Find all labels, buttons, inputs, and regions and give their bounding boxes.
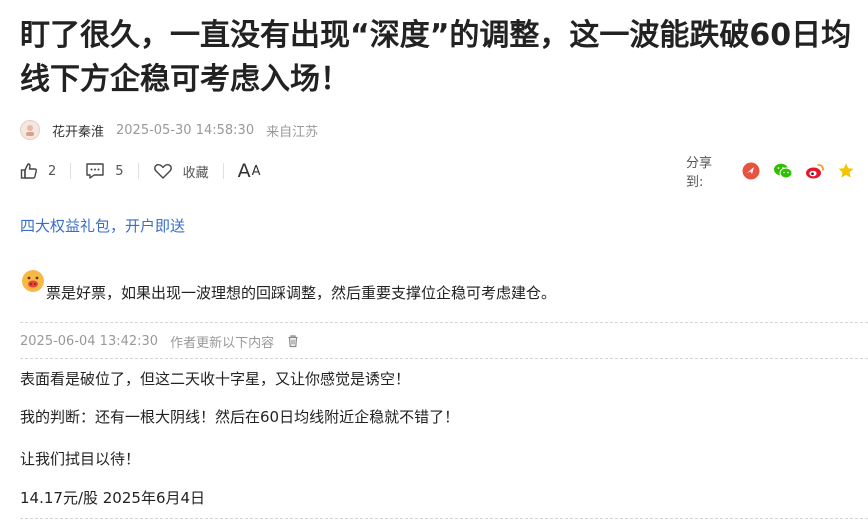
comment-button[interactable]: 5 bbox=[85, 162, 124, 180]
update-divider-top bbox=[20, 322, 868, 323]
toolbar-divider bbox=[70, 163, 72, 179]
share-toutiao-button[interactable] bbox=[742, 161, 761, 181]
update-divider-bottom bbox=[20, 518, 868, 519]
favorite-button[interactable]: 收藏 bbox=[153, 162, 209, 181]
update-note: 作者更新以下内容 bbox=[170, 335, 275, 351]
share-wechat-button[interactable] bbox=[773, 161, 793, 181]
wechat-icon bbox=[773, 163, 793, 179]
thumbs-up-icon bbox=[20, 163, 37, 179]
font-size-small-glyph: A bbox=[251, 163, 262, 179]
comment-count: 5 bbox=[115, 163, 124, 179]
share-label: 分享到: bbox=[686, 156, 713, 190]
author-name[interactable]: 花开秦淮 bbox=[52, 121, 104, 140]
article-toolbar: 2 5 收藏 AA bbox=[20, 158, 261, 184]
update-price-date: 14.17元/股 2025年6月4日 bbox=[20, 489, 206, 507]
share-favorite-button[interactable] bbox=[837, 161, 856, 181]
update-time: 2025-06-04 13:42:30 bbox=[20, 333, 159, 349]
update-divider-mid bbox=[20, 358, 868, 359]
publish-location: 来自江苏 bbox=[266, 124, 319, 140]
avatar[interactable] bbox=[20, 120, 40, 140]
update-paragraph: 我的判断：还有一根大阴线！然后在60日均线附近企稳就不错了！ bbox=[20, 408, 460, 426]
weibo-icon bbox=[805, 164, 824, 179]
favorite-label: 收藏 bbox=[182, 165, 209, 181]
heart-icon bbox=[153, 164, 172, 179]
article-meta: 花开秦淮 2025-05-30 14:58:30 来自江苏 bbox=[20, 118, 318, 142]
like-button[interactable]: 2 bbox=[20, 162, 56, 180]
toutiao-icon bbox=[742, 162, 760, 180]
publish-time: 2025-05-30 14:58:30 bbox=[116, 122, 255, 138]
promo-link[interactable]: 四大权益礼包，开户即送 bbox=[20, 215, 185, 236]
share-bar: 分享到: bbox=[686, 156, 868, 190]
author-avatar-icon bbox=[26, 125, 34, 136]
font-size-large-glyph: A bbox=[237, 160, 252, 182]
like-count: 2 bbox=[48, 163, 57, 179]
font-size-toggle[interactable]: AA bbox=[238, 160, 262, 182]
pig-emoji-icon bbox=[22, 270, 44, 292]
comment-icon bbox=[86, 163, 104, 179]
first-paragraph-text: 票是好票，如果出现一波理想的回踩调整，然后重要支撑位企稳可考虑建仓。 bbox=[46, 284, 557, 302]
trash-icon[interactable] bbox=[286, 334, 300, 348]
article-title: 盯了很久，一直没有出现“深度”的调整，这一波能跌破60日均线下方企稳可考虑入场！ bbox=[20, 18, 852, 97]
favorite-star-icon bbox=[838, 163, 854, 178]
toolbar-divider bbox=[137, 163, 139, 179]
share-weibo-button[interactable] bbox=[805, 161, 825, 181]
update-meta: 2025-06-04 13:42:30 作者更新以下内容 bbox=[20, 332, 300, 351]
toolbar-divider bbox=[222, 163, 224, 179]
first-paragraph: 票是好票，如果出现一波理想的回踩调整，然后重要支撑位企稳可考虑建仓。 bbox=[20, 270, 556, 304]
update-paragraph: 表面看是破位了，但这二天收十字星，又让你感觉是诱空！ bbox=[20, 370, 411, 388]
update-paragraph: 让我们拭目以待！ bbox=[20, 450, 141, 468]
